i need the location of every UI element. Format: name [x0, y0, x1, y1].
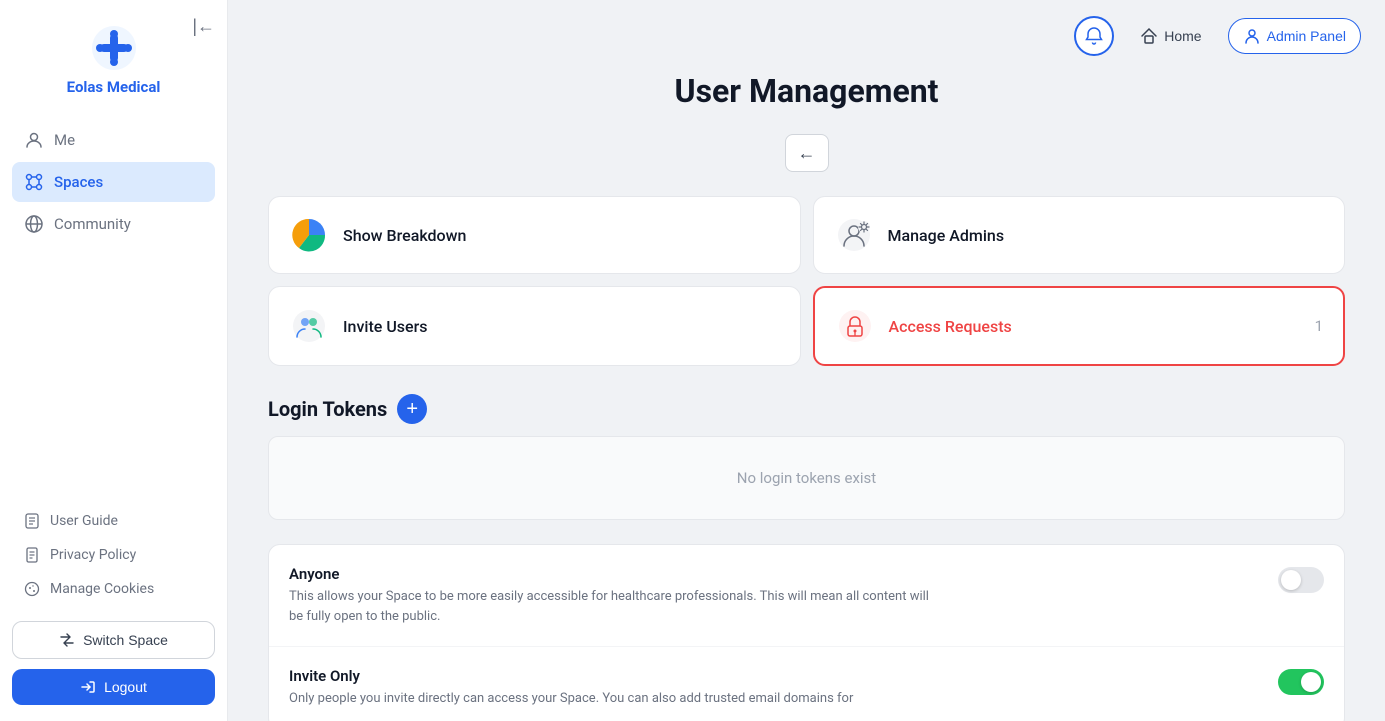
logout-icon — [80, 679, 96, 695]
settings-invite-only-item: Invite Only Only people you invite direc… — [269, 647, 1344, 721]
login-tokens-empty-state: No login tokens exist — [268, 436, 1345, 520]
action-cards-grid: Show Breakdown Manage Admins — [268, 196, 1345, 366]
cookie-icon — [24, 581, 40, 597]
settings-invite-only-toggle[interactable] — [1278, 669, 1324, 695]
access-requests-label: Access Requests — [889, 317, 1012, 336]
sidebar-item-me[interactable]: Me — [12, 120, 215, 160]
topbar: Home Admin Panel — [228, 0, 1385, 72]
show-breakdown-icon — [289, 215, 329, 255]
collapse-icon: |← — [192, 16, 215, 37]
invite-users-icon — [289, 306, 329, 346]
user-guide-link[interactable]: User Guide — [12, 505, 215, 537]
community-icon — [24, 214, 44, 234]
sidebar: |← Eolas Medical Me — [0, 0, 228, 721]
privacy-policy-link[interactable]: Privacy Policy — [12, 539, 215, 571]
settings-invite-only-description: Only people you invite directly can acce… — [289, 689, 853, 709]
settings-anyone-text: Anyone This allows your Space to be more… — [289, 565, 929, 626]
notifications-button[interactable] — [1074, 16, 1114, 56]
bottom-links: User Guide Privacy Policy Manage — [12, 505, 215, 605]
sidebar-item-spaces-label: Spaces — [54, 173, 103, 191]
user-icon — [24, 130, 44, 150]
settings-invite-only-title: Invite Only — [289, 667, 853, 685]
access-requests-icon — [835, 306, 875, 346]
settings-anyone-toggle[interactable] — [1278, 567, 1324, 593]
login-tokens-empty-message: No login tokens exist — [737, 469, 876, 487]
bell-icon — [1084, 26, 1104, 46]
home-button[interactable]: Home — [1126, 19, 1215, 53]
access-requests-card[interactable]: Access Requests 1 — [813, 286, 1346, 366]
admin-panel-button[interactable]: Admin Panel — [1228, 18, 1361, 54]
logo-area: Eolas Medical — [12, 24, 215, 96]
add-login-token-button[interactable]: + — [397, 394, 427, 424]
back-button[interactable]: ← — [785, 134, 829, 172]
page-title: User Management — [268, 72, 1345, 110]
home-label: Home — [1164, 28, 1201, 44]
spaces-icon — [24, 172, 44, 192]
document-icon — [24, 547, 40, 563]
admin-panel-label: Admin Panel — [1267, 28, 1346, 44]
manage-admins-icon — [834, 215, 874, 255]
invite-users-label: Invite Users — [343, 317, 428, 336]
show-breakdown-card[interactable]: Show Breakdown — [268, 196, 801, 274]
settings-invite-only-text: Invite Only Only people you invite direc… — [289, 667, 853, 709]
sidebar-nav: Me Spaces Community — [12, 120, 215, 505]
login-tokens-title: Login Tokens — [268, 397, 387, 421]
collapse-sidebar-button[interactable]: |← — [192, 16, 215, 37]
access-requests-card-left: Access Requests — [835, 306, 1012, 346]
sidebar-item-community-label: Community — [54, 215, 131, 233]
sidebar-item-me-label: Me — [54, 131, 75, 149]
main-content: Home Admin Panel User Management ← — [228, 0, 1385, 721]
login-tokens-section-header: Login Tokens + — [268, 394, 1345, 424]
switch-space-label: Switch Space — [83, 632, 168, 648]
sidebar-item-spaces[interactable]: Spaces — [12, 162, 215, 202]
settings-anyone-title: Anyone — [289, 565, 929, 583]
privacy-policy-label: Privacy Policy — [50, 547, 136, 563]
book-icon — [24, 513, 40, 529]
manage-admins-card[interactable]: Manage Admins — [813, 196, 1346, 274]
brand-logo-icon — [90, 24, 138, 72]
add-icon: + — [406, 399, 418, 419]
manage-cookies-link[interactable]: Manage Cookies — [12, 573, 215, 605]
brand-name: Eolas Medical — [67, 78, 161, 96]
invite-users-card[interactable]: Invite Users — [268, 286, 801, 366]
user-guide-label: User Guide — [50, 513, 118, 529]
settings-anyone-item: Anyone This allows your Space to be more… — [269, 545, 1344, 647]
home-icon — [1140, 27, 1158, 45]
switch-space-button[interactable]: Switch Space — [12, 621, 215, 659]
show-breakdown-label: Show Breakdown — [343, 226, 466, 245]
manage-cookies-label: Manage Cookies — [50, 581, 154, 597]
manage-admins-label: Manage Admins — [888, 226, 1005, 245]
page-content: User Management ← Show Breakdown — [228, 72, 1385, 721]
switch-icon — [59, 632, 75, 648]
sidebar-bottom: User Guide Privacy Policy Manage — [12, 505, 215, 705]
logout-label: Logout — [104, 679, 147, 695]
settings-anyone-description: This allows your Space to be more easily… — [289, 587, 929, 626]
logout-button[interactable]: Logout — [12, 669, 215, 705]
settings-section: Anyone This allows your Space to be more… — [268, 544, 1345, 721]
admin-icon — [1243, 27, 1261, 45]
back-icon: ← — [798, 143, 816, 164]
access-requests-badge: 1 — [1315, 317, 1323, 335]
sidebar-item-community[interactable]: Community — [12, 204, 215, 244]
